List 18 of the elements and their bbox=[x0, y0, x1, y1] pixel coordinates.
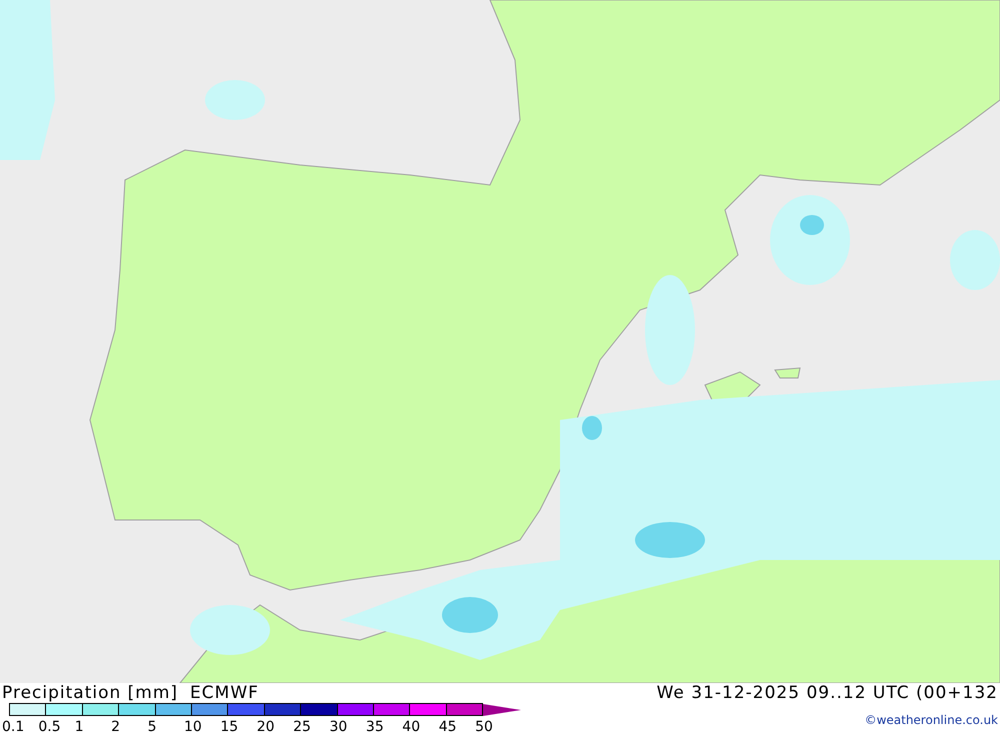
legend-tick-label: 10 bbox=[184, 719, 202, 733]
legend-tick-label: 30 bbox=[330, 719, 348, 733]
legend-tick-label: 0.1 bbox=[2, 719, 24, 733]
legend-tick-label: 35 bbox=[366, 719, 384, 733]
map-title: Precipitation [mm] bbox=[2, 683, 178, 703]
legend-tick-label: 5 bbox=[148, 719, 156, 733]
credit-link[interactable]: ©weatheronline.co.uk bbox=[864, 713, 998, 727]
legend-tick-label: 50 bbox=[475, 719, 493, 733]
legend-tick-label: 25 bbox=[293, 719, 311, 733]
valid-time: We 31-12-2025 09..12 UTC (00+132 bbox=[656, 683, 998, 703]
legend-tick-label: 45 bbox=[438, 719, 457, 733]
legend-tick-label: 20 bbox=[256, 719, 275, 733]
legend-tick-label: 15 bbox=[220, 719, 238, 733]
legend-tick-label: 0.5 bbox=[38, 719, 61, 733]
legend-tick-label: 1 bbox=[74, 719, 84, 733]
legend-tick-label: 2 bbox=[111, 719, 120, 733]
legend-tick-label: 40 bbox=[402, 719, 420, 733]
model-name: ECMWF bbox=[190, 683, 259, 703]
